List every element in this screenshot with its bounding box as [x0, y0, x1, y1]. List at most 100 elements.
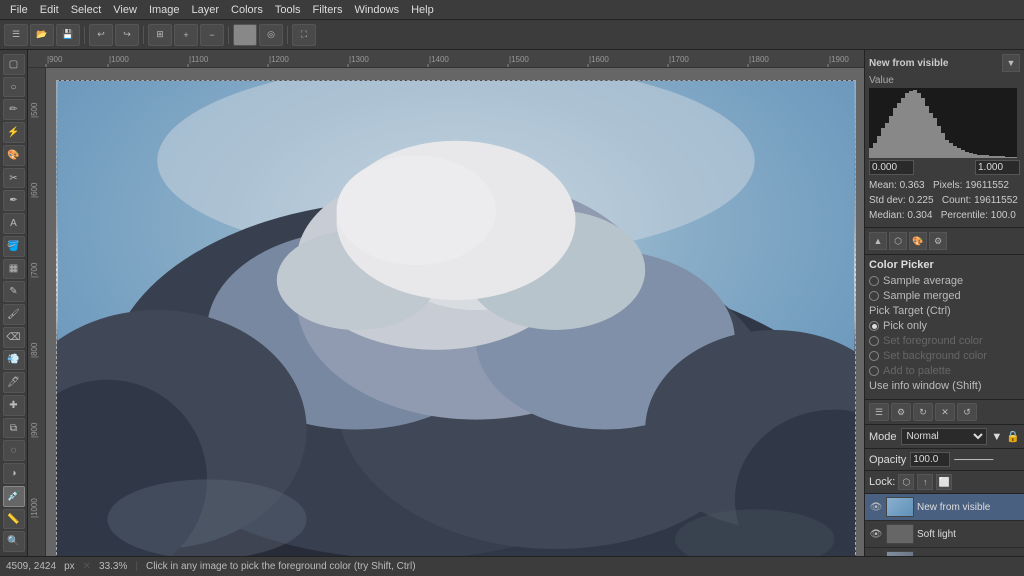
tool-ellipse-select[interactable]: ○ [3, 77, 25, 98]
tool-zoom[interactable]: 🔍 [3, 531, 25, 552]
svg-text:|900: |900 [30, 422, 39, 438]
histogram-stddev: Std dev: 0.225 Count: 19611552 [869, 193, 1020, 208]
tool-fuzzy-select[interactable]: ⚡ [3, 122, 25, 143]
tool-eraser[interactable]: ⌫ [3, 327, 25, 348]
menu-tools[interactable]: Tools [269, 4, 307, 16]
color-button[interactable] [233, 24, 257, 46]
tool-text[interactable]: A [3, 213, 25, 234]
layer-visibility-1[interactable]: 👁 [869, 527, 883, 541]
option-sample-merged[interactable]: Sample merged [869, 290, 1020, 302]
tool-paths[interactable]: ✒ [3, 190, 25, 211]
ruler-left-ticks: |500 |600 |700 |800 |900 |1000 [28, 68, 46, 556]
status-sep-1: ✕ [83, 561, 91, 572]
menu-edit[interactable]: Edit [34, 4, 65, 16]
menu-windows[interactable]: Windows [348, 4, 405, 16]
tool-ink[interactable]: 🖊 [3, 372, 25, 393]
option-pick-only[interactable]: Pick only [869, 320, 1020, 332]
tool-options: Color Picker Sample average Sample merge… [865, 255, 1024, 400]
layer-item-1[interactable]: 👁 Soft light [865, 521, 1024, 548]
histogram-svg [869, 88, 1017, 158]
undo-button[interactable]: ↩ [89, 24, 113, 46]
tool-free-select[interactable]: ✏ [3, 99, 25, 120]
radio-set-background[interactable] [869, 351, 879, 361]
canvas-wrapper[interactable] [46, 68, 864, 556]
option-use-info-window[interactable]: Use info window (Shift) [869, 380, 1020, 392]
canvas-image[interactable] [56, 80, 856, 556]
svg-text:|700: |700 [30, 262, 39, 278]
lock-position-btn[interactable]: ↑ [917, 474, 933, 490]
menu-file[interactable]: File [4, 4, 34, 16]
lock-pixels-btn[interactable]: ⬡ [898, 474, 914, 490]
menu-colors[interactable]: Colors [225, 4, 269, 16]
zoom-in-button[interactable]: + [174, 24, 198, 46]
tool-color-select[interactable]: 🎨 [3, 145, 25, 166]
new-button[interactable]: ☰ [4, 24, 28, 46]
open-button[interactable]: 📂 [30, 24, 54, 46]
tool-dodge[interactable]: ◑ [3, 463, 25, 484]
tool-airbrush[interactable]: 💨 [3, 350, 25, 371]
histogram-max-input[interactable] [975, 160, 1020, 175]
option-add-to-palette[interactable]: Add to palette [869, 365, 1020, 377]
svg-text:|800: |800 [30, 342, 39, 358]
layer-item-0[interactable]: 👁 New from visible [865, 494, 1024, 521]
radio-sample-merged[interactable] [869, 291, 879, 301]
layer-item-2[interactable]: 👁 DSF0937.RAF [865, 548, 1024, 556]
tool-options-icons-bar: ▲ ⬡ 🎨 ⚙ [865, 228, 1024, 255]
menu-view[interactable]: View [107, 4, 143, 16]
status-zoom: 33.3% [99, 561, 127, 572]
tool-pencil[interactable]: ✎ [3, 281, 25, 302]
tool-opt-icon-4[interactable]: ⚙ [929, 232, 947, 250]
redo-button[interactable]: ↪ [115, 24, 139, 46]
tool-blur[interactable]: ◌ [3, 440, 25, 461]
menu-image[interactable]: Image [143, 4, 186, 16]
histogram-min-input[interactable] [869, 160, 914, 175]
tool-heal[interactable]: ✚ [3, 395, 25, 416]
layers-options-btn[interactable]: ⚙ [891, 403, 911, 421]
fullscreen-button[interactable]: ⛶ [292, 24, 316, 46]
mode-label: Mode [869, 431, 897, 443]
option-set-foreground[interactable]: Set foreground color [869, 335, 1020, 347]
sample-merged-label: Sample merged [883, 290, 961, 302]
tool-opt-icon-1[interactable]: ▲ [869, 232, 887, 250]
layers-undo-btn[interactable]: ↺ [957, 403, 977, 421]
tool-rect-select[interactable]: ▢ [3, 54, 25, 75]
canvas-area[interactable]: |900 |1000 |1100 |1200 |1300 |1400 |1500… [28, 50, 864, 556]
status-unit: px [64, 561, 75, 572]
layer-visibility-0[interactable]: 👁 [869, 500, 883, 514]
toolbar-separator-3 [228, 26, 229, 44]
option-set-background[interactable]: Set background color [869, 350, 1020, 362]
layers-menu-btn[interactable]: ☰ [869, 403, 889, 421]
option-sample-average[interactable]: Sample average [869, 275, 1020, 287]
brush-size-button[interactable]: ◎ [259, 24, 283, 46]
tool-measure[interactable]: 📏 [3, 509, 25, 530]
menu-select[interactable]: Select [65, 4, 108, 16]
tool-gradient[interactable]: ▦ [3, 259, 25, 280]
tool-scissors[interactable]: ✂ [3, 168, 25, 189]
radio-pick-only[interactable] [869, 321, 879, 331]
tool-bucket-fill[interactable]: 🪣 [3, 236, 25, 257]
menu-filters[interactable]: Filters [307, 4, 349, 16]
menu-help[interactable]: Help [405, 4, 440, 16]
save-button[interactable]: 💾 [56, 24, 80, 46]
lock-alpha-btn[interactable]: ⬜ [936, 474, 952, 490]
tool-paintbrush[interactable]: 🖌 [3, 304, 25, 325]
menubar: File Edit Select View Image Layer Colors… [0, 0, 1024, 20]
layers-new-btn[interactable]: ↻ [913, 403, 933, 421]
toolbox: ▢ ○ ✏ ⚡ 🎨 ✂ ✒ A 🪣 ▦ ✎ 🖌 ⌫ 💨 🖊 ✚ ⧉ ◌ ◑ 💉 … [0, 50, 28, 556]
layer-thumb-1 [886, 524, 914, 544]
mode-select[interactable]: Normal Soft light Multiply [901, 428, 988, 445]
tool-opt-icon-2[interactable]: ⬡ [889, 232, 907, 250]
zoom-fit-button[interactable]: ⊞ [148, 24, 172, 46]
layers-opacity: Opacity ───── [865, 449, 1024, 471]
layers-delete-btn[interactable]: ✕ [935, 403, 955, 421]
radio-sample-average[interactable] [869, 276, 879, 286]
opacity-input[interactable] [910, 452, 950, 467]
zoom-out-button[interactable]: − [200, 24, 224, 46]
tool-color-picker[interactable]: 💉 [3, 486, 25, 507]
radio-set-foreground[interactable] [869, 336, 879, 346]
tool-clone[interactable]: ⧉ [3, 418, 25, 439]
tool-opt-icon-3[interactable]: 🎨 [909, 232, 927, 250]
menu-layer[interactable]: Layer [186, 4, 226, 16]
histogram-menu-btn[interactable]: ▼ [1002, 54, 1020, 72]
radio-add-to-palette[interactable] [869, 366, 879, 376]
